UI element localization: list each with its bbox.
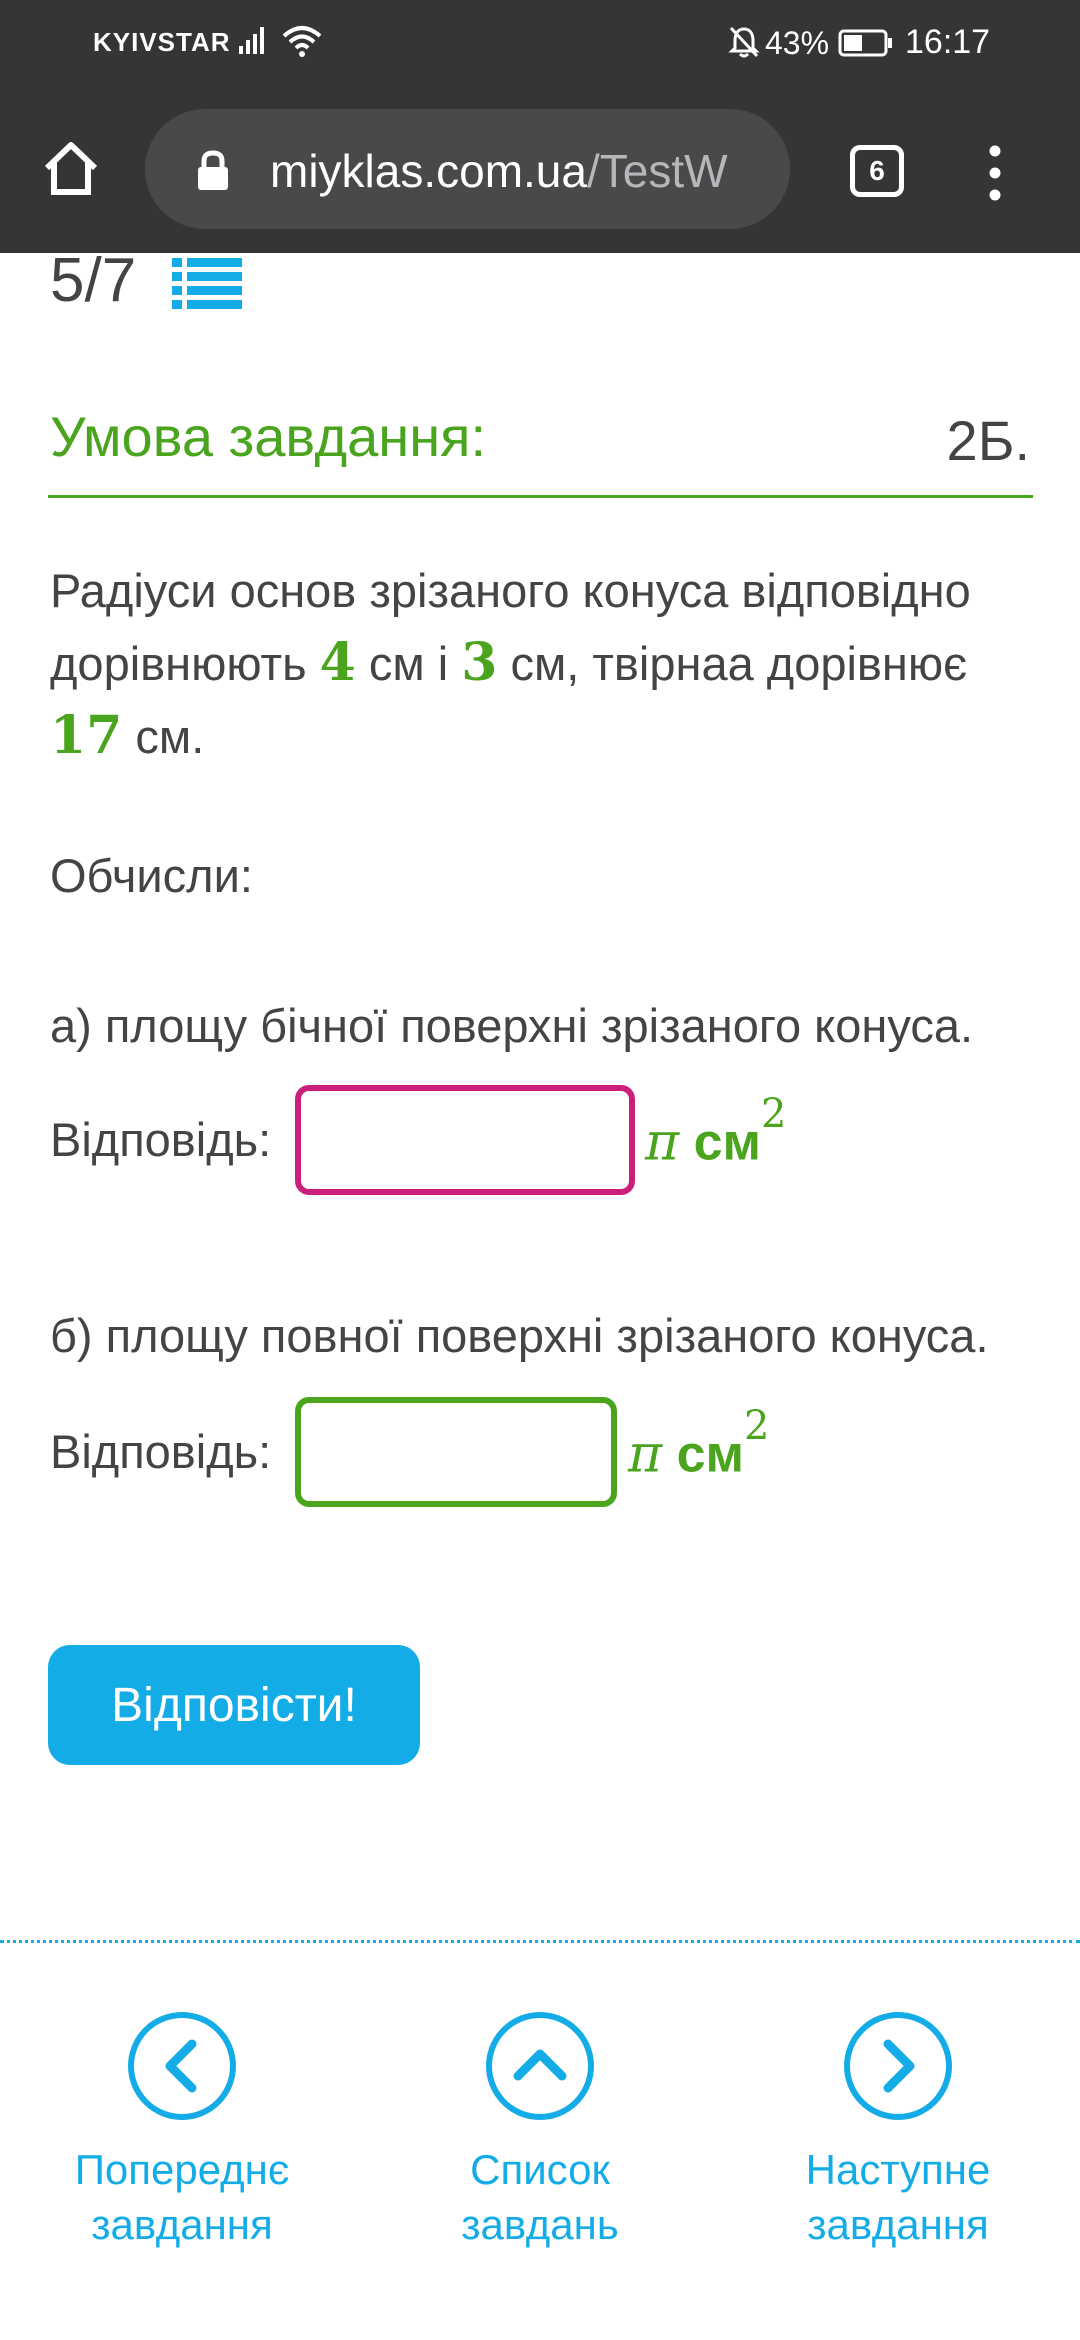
next-task-button[interactable]: Наступне завдання [748,2010,1048,2252]
slant-height: 17 [50,705,123,766]
title-divider [48,495,1033,498]
statement-text: см. [122,710,205,763]
pi-symbol: π [645,1112,680,1173]
task-list-label-1: Список [470,2146,610,2193]
part-b-text: б) площу повної поверхні зрізаного конус… [50,1309,989,1362]
url-host: miyklas.com.ua [270,145,587,197]
task-title: Умова завдання: [50,405,487,468]
unit-exponent: 2 [744,1403,770,1449]
unit-exponent: 2 [761,1091,787,1137]
part-a-text: а) площу бічної поверхні зрізаного конус… [50,999,974,1052]
radius-1: 4 [319,632,356,693]
browser-chrome: KYIVSTAR 43% 16:17 miyklas.com.ua/TestW … [0,0,1080,253]
lock-icon [198,150,228,190]
task-progress: 5/7 [50,246,137,315]
answer-label-a: Відповідь: [50,1113,272,1166]
clock: 16:17 [905,23,991,61]
next-task-label-1: Наступне [805,2146,991,2193]
chevron-right-icon [844,2012,952,2120]
statement-text: см і [355,637,462,690]
submit-answer-button[interactable]: Відповісти! [48,1645,420,1765]
statement-text: см, твірнаа дорівнює [497,637,968,690]
more-menu-icon[interactable] [980,145,1010,201]
unit-cm: см [679,1113,762,1172]
tab-switcher-button[interactable]: 6 [850,145,904,197]
home-icon[interactable] [42,140,100,196]
unit-label-b: π см2 [628,1403,769,1485]
task-statement: Радіуси основ зрізаного конуса відповідн… [50,555,1035,773]
url-text[interactable]: miyklas.com.ua/TestW [270,144,770,198]
previous-task-label-2: завдання [91,2201,273,2248]
signal-icon [239,27,264,54]
battery-percent: 43% [765,25,830,61]
chevron-up-icon [486,2012,594,2120]
previous-task-button[interactable]: Попереднє завдання [32,2010,332,2252]
task-list-icon[interactable] [172,258,242,310]
answer-input-a[interactable] [295,1085,635,1195]
battery-icon [838,29,892,57]
carrier-name: KYIVSTAR [93,27,231,57]
url-path: /TestW [586,145,728,197]
pi-symbol: π [628,1424,663,1485]
task-points: 2Б. [946,409,1030,472]
unit-label-a: π см2 [645,1091,786,1173]
answer-input-b[interactable] [295,1397,617,1507]
footer-divider [0,1940,1080,1943]
radius-2: 3 [461,632,498,693]
unit-cm: см [662,1425,745,1484]
answer-label-b: Відповідь: [50,1425,272,1478]
task-list-button[interactable]: Список завдань [390,2010,690,2252]
next-task-label-2: завдання [807,2201,989,2248]
wifi-icon [282,26,322,57]
previous-task-label-1: Попереднє [74,2146,290,2193]
compute-label: Обчисли: [50,849,253,902]
mute-bell-icon [728,26,760,58]
task-list-label-2: завдань [461,2201,619,2248]
chevron-left-icon [128,2012,236,2120]
status-bar: KYIVSTAR 43% 16:17 [0,0,1080,85]
